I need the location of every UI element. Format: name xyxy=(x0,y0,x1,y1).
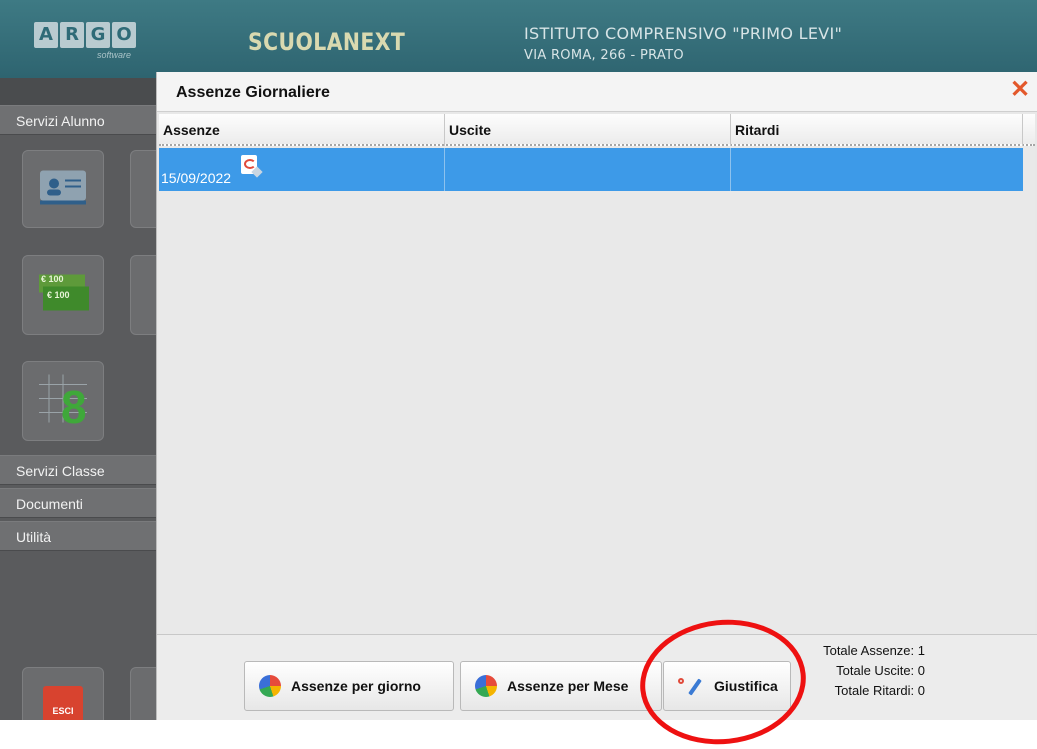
screenshot-root: A R G O software SCUOLANEXT ISTITUTO COM… xyxy=(0,0,1037,749)
school-name: ISTITUTO COMPRENSIVO "PRIMO LEVI" xyxy=(524,24,843,43)
button-label: Giustifica xyxy=(714,678,778,694)
app-header: A R G O software SCUOLANEXT ISTITUTO COM… xyxy=(0,0,1037,78)
logo-subtitle: software xyxy=(97,50,132,60)
logo-letter: R xyxy=(60,22,84,48)
total-exits: Totale Uscite: 0 xyxy=(836,663,925,678)
logo-letter: A xyxy=(34,22,58,48)
button-label: Assenze per giorno xyxy=(291,678,421,694)
button-label: Assenze per Mese xyxy=(507,678,629,694)
brand-name: SCUOLANEXT xyxy=(248,28,406,56)
logo-letter: O xyxy=(112,22,136,48)
justify-button[interactable]: Giustifica xyxy=(663,661,791,711)
pen-icon xyxy=(676,675,706,697)
dialog-title: Assenze Giornaliere xyxy=(176,84,330,101)
id-card-icon xyxy=(38,167,88,212)
table-row[interactable]: 15/09/2022 xyxy=(159,148,1023,191)
argo-logo: A R G O xyxy=(34,22,136,48)
grade-icon-number: 8 xyxy=(61,381,87,433)
dialog-titlebar: Assenze Giornaliere ✕ xyxy=(157,72,1037,112)
table-header: Assenze Uscite Ritardi xyxy=(159,114,1035,146)
absences-table: Assenze Uscite Ritardi 15/09/2022 xyxy=(159,114,1035,634)
sidebar-section-servizi-classe[interactable]: Servizi Classe xyxy=(0,455,156,485)
pie-chart-icon xyxy=(475,675,497,697)
column-header-assenze[interactable]: Assenze xyxy=(159,114,445,146)
sidebar: Servizi Alunno € 100 € 100 8 Servizi Cla… xyxy=(0,105,170,720)
total-absences: Totale Assenze: 1 xyxy=(823,643,925,658)
cell-ritardi[interactable] xyxy=(731,148,1023,191)
money-icon-text: € 100 xyxy=(47,290,70,300)
school-address: VIA ROMA, 266 - PRATO xyxy=(524,48,684,63)
justification-doc-icon[interactable] xyxy=(241,155,263,178)
column-header-uscite[interactable]: Uscite xyxy=(445,114,731,146)
cell-assenze[interactable]: 15/09/2022 xyxy=(159,148,445,191)
close-icon[interactable]: ✕ xyxy=(1008,78,1032,102)
logo-letter: G xyxy=(86,22,110,48)
app-background: A R G O software SCUOLANEXT ISTITUTO COM… xyxy=(0,0,1037,720)
pie-chart-icon xyxy=(259,675,281,697)
sidebar-section-servizi-alunno[interactable]: Servizi Alunno xyxy=(0,105,156,135)
tile-anagrafica[interactable] xyxy=(22,150,104,228)
sidebar-section-documenti[interactable]: Documenti xyxy=(0,488,156,518)
sidebar-section-utilita[interactable]: Utilità xyxy=(0,521,156,551)
dialog-footer: Assenze per giorno Assenze per Mese Gius… xyxy=(157,634,1037,720)
tile-voti[interactable]: 8 xyxy=(22,361,104,441)
cell-uscite[interactable] xyxy=(445,148,731,191)
absence-date: 15/09/2022 xyxy=(161,170,232,186)
absences-per-month-button[interactable]: Assenze per Mese xyxy=(460,661,662,711)
absences-per-day-button[interactable]: Assenze per giorno xyxy=(244,661,454,711)
exit-tile[interactable]: ESCI xyxy=(22,667,104,720)
totals-panel: Totale Assenze: 1 Totale Uscite: 0 Total… xyxy=(805,641,925,701)
absences-dialog: Assenze Giornaliere ✕ Assenze Uscite Rit… xyxy=(156,72,1037,720)
total-delays: Totale Ritardi: 0 xyxy=(834,683,925,698)
column-header-ritardi[interactable]: Ritardi xyxy=(731,114,1023,146)
money-icon-text: € 100 xyxy=(41,274,64,284)
tile-tasse[interactable]: € 100 € 100 xyxy=(22,255,104,335)
exit-icon: ESCI xyxy=(43,686,83,720)
